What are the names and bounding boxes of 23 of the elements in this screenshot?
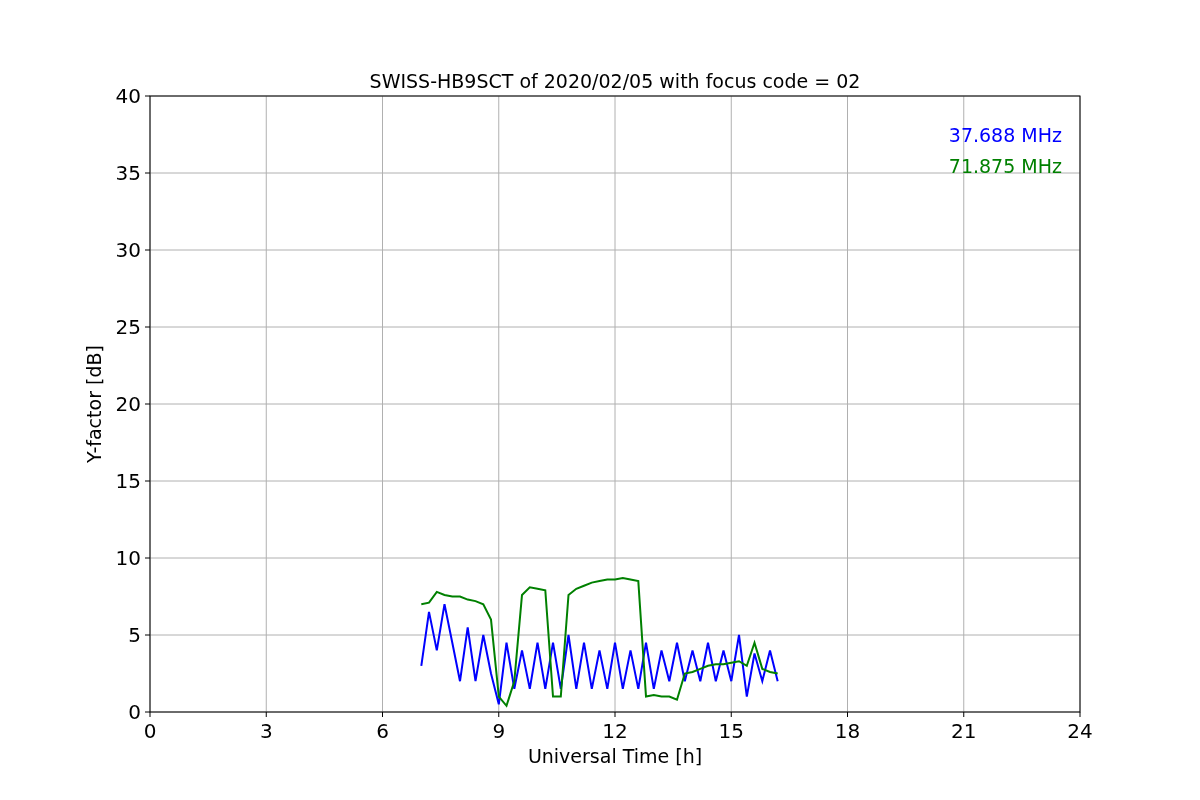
x-tick-label: 12	[602, 719, 628, 743]
y-tick-label: 15	[115, 469, 141, 493]
chart-title: SWISS-HB9SCT of 2020/02/05 with focus code = 02	[369, 70, 861, 92]
x-tick-label: 21	[951, 719, 977, 743]
y-tick-label: 30	[115, 238, 141, 262]
legend-label: 37.688 MHz	[948, 124, 1062, 146]
y-tick-label: 35	[115, 161, 141, 185]
y-tick-label: 40	[115, 84, 141, 108]
legend-label: 71.875 MHz	[948, 155, 1062, 177]
y-axis-title: Y-factor [dB]	[83, 345, 105, 463]
x-tick-label: 6	[376, 719, 389, 743]
y-tick-label: 25	[115, 315, 141, 339]
x-tick-label: 18	[834, 719, 861, 743]
x-tick-label: 24	[1067, 719, 1093, 743]
x-tick-label: 15	[718, 719, 744, 743]
y-tick-label: 0	[128, 700, 141, 724]
x-tick-label: 9	[492, 719, 506, 743]
x-tick-label: 3	[259, 719, 273, 743]
y-tick-label: 5	[128, 623, 141, 647]
y-tick-label: 20	[115, 392, 141, 416]
x-tick-label: 0	[143, 719, 157, 743]
y-tick-label: 10	[115, 546, 141, 570]
x-axis-title: Universal Time [h]	[527, 745, 703, 767]
